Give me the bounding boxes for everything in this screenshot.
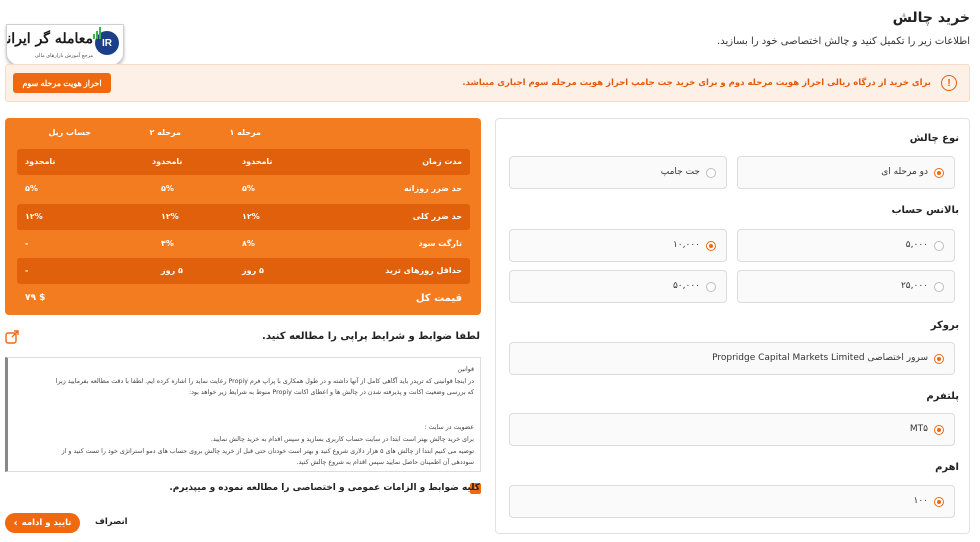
table-row: تارگت سود ۸% ۴% -	[25, 239, 462, 248]
radio-icon[interactable]	[934, 241, 944, 251]
radio-icon[interactable]	[706, 282, 716, 292]
balance-option-5000[interactable]: ۵,۰۰۰	[737, 229, 955, 262]
radio-icon[interactable]	[706, 168, 716, 178]
radio-icon[interactable]	[934, 282, 944, 292]
challenge-type-option-jet-jump[interactable]: جت جامپ	[509, 156, 727, 189]
confirm-continue-button[interactable]: تایید و ادامه ›	[5, 513, 80, 533]
logo-tagline: مرجع آموزش بازارهای مالی	[34, 53, 93, 59]
platform-label: پلتفرم	[926, 391, 959, 402]
leverage-option[interactable]: ۱۰۰	[509, 485, 955, 518]
balance-label: بالانس حساب	[891, 205, 959, 216]
challenge-type-option-two-step[interactable]: دو مرحله ای	[737, 156, 955, 189]
logo-name: معامله گر ایرانی	[7, 31, 93, 47]
page-subtitle: اطلاعات زیر را تکمیل کنید و چالش اختصاصی…	[717, 36, 970, 47]
chevron-left-icon: ›	[13, 517, 18, 529]
balance-option-50000[interactable]: ۵۰,۰۰۰	[509, 270, 727, 303]
logo[interactable]: IR معامله گر ایرانی مرجع آموزش بازارهای …	[6, 24, 124, 68]
terms-line: عضویت در سایت :	[424, 424, 474, 431]
terms-line: برای خرید چالش بهتر است ابتدا در سایت حس…	[210, 436, 474, 443]
table-header: مرحله ۱	[229, 128, 262, 137]
alert-message: برای خرید از درگاه ریالی احراز هویت مرحل…	[462, 78, 931, 88]
table-row: حداقل روزهای ترید ۵ روز ۵ روز -	[17, 258, 470, 284]
total-price-value: $ ۷۹	[25, 293, 46, 303]
balance-option-25000[interactable]: ۲۵,۰۰۰	[737, 270, 955, 303]
kyc-alert: ! برای خرید از درگاه ریالی احراز هویت مر…	[5, 64, 970, 102]
external-link-icon[interactable]	[5, 330, 19, 344]
info-icon: !	[941, 75, 957, 91]
total-price-label: قیمت کل	[415, 293, 462, 304]
chart-bars-icon	[93, 27, 101, 39]
terms-line: توصیه می کنیم ابتدا از چالش های ۵ هزار د…	[61, 448, 474, 455]
terms-line: که بررسی وضعیت اکانت و پذیرفته شدن در چا…	[188, 389, 474, 396]
broker-option[interactable]: سرور اختصاصی Propridge Capital Markets L…	[509, 342, 955, 375]
challenge-type-label: نوع چالش	[909, 133, 959, 144]
platform-option[interactable]: MT۵	[509, 413, 955, 446]
page-title: خرید چالش	[892, 10, 970, 26]
challenge-rules-table: مرحله ۱ مرحله ۲ حساب ریل مدت زمان نامحدو…	[5, 118, 481, 315]
terms-line: قوانین	[457, 366, 474, 373]
table-header: مرحله ۲	[149, 128, 182, 137]
challenge-form: نوع چالش دو مرحله ای جت جامپ بالانس حساب…	[495, 118, 970, 534]
leverage-label: اهرم	[935, 462, 959, 473]
balance-option-10000[interactable]: ۱۰,۰۰۰	[509, 229, 727, 262]
agree-label: کلیه ضوابط و الزامات عمومی و اختصاصی را …	[169, 483, 480, 493]
terms-line: در اینجا قوانینی که تریدر باید آگاهی کام…	[55, 378, 474, 385]
radio-selected-icon[interactable]	[934, 168, 944, 178]
cancel-button[interactable]: انصراف	[95, 517, 128, 527]
radio-selected-icon[interactable]	[934, 425, 944, 435]
radio-selected-icon[interactable]	[934, 497, 944, 507]
kyc-level3-button[interactable]: احراز هویت مرحله سوم	[13, 73, 111, 93]
total-price-row: قیمت کل $ ۷۹	[17, 286, 470, 312]
terms-title: لطفا ضوابط و شرایط پراپی را مطالعه کنید.	[262, 331, 480, 342]
terms-text-box[interactable]: قوانین در اینجا قوانینی که تریدر باید آگ…	[5, 357, 481, 472]
table-row: مدت زمان نامحدود نامحدود نامحدود	[17, 149, 470, 175]
table-row: حد ضرر روزانه ۵% ۵% ۵%	[25, 184, 462, 193]
radio-selected-icon[interactable]	[934, 354, 944, 364]
radio-selected-icon[interactable]	[706, 241, 716, 251]
broker-label: بروکر	[930, 320, 959, 331]
terms-line: سوددهی آن اطمینان حاصل نمایید سپس اقدام …	[296, 459, 475, 466]
table-header: حساب ریل	[48, 128, 91, 137]
table-row: حد ضرر کلی ۱۲% ۱۲% ۱۲%	[17, 204, 470, 230]
confirm-label: تایید و ادامه	[21, 518, 72, 528]
